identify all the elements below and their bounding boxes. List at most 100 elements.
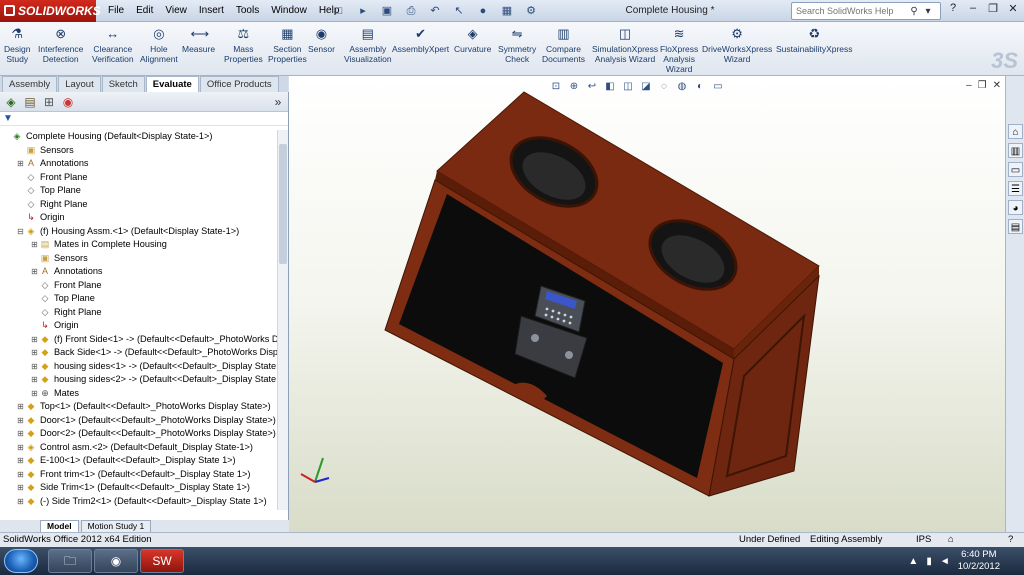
- tree-node[interactable]: ⊞ ◆ E-100<1> (Default<<Default>_Display St…: [16, 454, 235, 467]
- file-properties-icon[interactable]: ▦: [498, 3, 516, 19]
- expand-toggle-icon[interactable]: ⊞: [16, 414, 25, 427]
- expand-toggle-icon[interactable]: ⊟: [16, 225, 25, 238]
- options-icon[interactable]: ⚙: [522, 3, 540, 19]
- tree-node[interactable]: ⊟ ◈ (f) Housing Assm.<1> (Default<Display …: [16, 225, 239, 238]
- command-measure[interactable]: ⟷ Measure: [182, 26, 215, 54]
- custom-properties-icon[interactable]: ▤: [1008, 219, 1023, 234]
- expand-toggle-icon[interactable]: ⊞: [16, 400, 25, 413]
- undo-icon[interactable]: ↶: [426, 3, 444, 19]
- design-library-icon[interactable]: ▥: [1008, 143, 1023, 158]
- close-icon[interactable]: ✕: [1006, 2, 1020, 15]
- expand-toggle-icon[interactable]: ⊞: [30, 387, 39, 400]
- expand-toggle-icon[interactable]: ⊞: [16, 427, 25, 440]
- menu-edit[interactable]: Edit: [130, 0, 159, 22]
- menu-window[interactable]: Window: [265, 0, 313, 22]
- command-curvature[interactable]: ◈ Curvature: [454, 26, 491, 54]
- restore-icon[interactable]: ❐: [986, 2, 1000, 15]
- scroll-thumb[interactable]: [279, 144, 287, 264]
- expand-toggle-icon[interactable]: ⊞: [30, 360, 39, 373]
- menu-tools[interactable]: Tools: [230, 0, 265, 22]
- tab-evaluate[interactable]: Evaluate: [145, 76, 199, 92]
- tab-sketch[interactable]: Sketch: [101, 76, 145, 92]
- solidworks-taskbar-icon[interactable]: SW: [140, 549, 184, 573]
- housing-model[interactable]: [289, 76, 1005, 532]
- expand-toggle-icon[interactable]: ⊞: [16, 157, 25, 170]
- tree-node[interactable]: ⊞ ⊕ Mates: [30, 387, 79, 400]
- expand-toggle-icon[interactable]: ⊞: [30, 265, 39, 278]
- rebuild-icon[interactable]: ●: [474, 3, 492, 19]
- start-button[interactable]: [4, 549, 38, 573]
- tree-node[interactable]: ⊞ ◆ (f) Front Side<1> -> (Default<<Default…: [30, 333, 277, 346]
- tree-node[interactable]: ⊞ ◆ Door<2> (Default<<Default>_PhotoWorks …: [16, 427, 276, 440]
- volume-icon[interactable]: ◄: [940, 556, 950, 567]
- tray-expand-icon[interactable]: ▲: [908, 556, 918, 567]
- tree-node[interactable]: ◇ Right Plane: [16, 198, 88, 211]
- solidworks-logo[interactable]: SOLIDWORKS: [0, 0, 101, 22]
- command-design-study[interactable]: ⚗ Design Study: [4, 26, 30, 64]
- expand-toggle-icon[interactable]: ⊞: [16, 441, 25, 454]
- command-clearance[interactable]: ↔ Clearance Verification: [92, 26, 134, 64]
- clock[interactable]: 6:40 PM 10/2/2012: [958, 549, 1000, 573]
- command-symmetry[interactable]: ⇋ Symmetry Check: [498, 26, 536, 64]
- firefox-taskbar-icon[interactable]: ◉: [94, 549, 138, 573]
- menu-view[interactable]: View: [159, 0, 193, 22]
- resources-icon[interactable]: ⌂: [1008, 124, 1023, 139]
- tree-node[interactable]: ▣ Sensors: [16, 144, 74, 157]
- graphics-area[interactable]: ⊡ ⊕ ↩ ◧ ◫ ◪ ◌ ◍ ◐ ▭ – ❐ ✕: [289, 76, 1005, 532]
- explorer-taskbar-icon[interactable]: 🗀: [48, 549, 92, 573]
- expand-toggle-icon[interactable]: ⊞: [30, 333, 39, 346]
- help-status-icon[interactable]: ?: [1008, 533, 1013, 547]
- command-simulation[interactable]: ◫ SimulationXpress Analysis Wizard: [592, 26, 658, 64]
- expand-toggle-icon[interactable]: ⊞: [30, 346, 39, 359]
- tab-layout[interactable]: Layout: [58, 76, 101, 92]
- open-icon[interactable]: ▸: [354, 3, 372, 19]
- menu-insert[interactable]: Insert: [193, 0, 230, 22]
- command-interference[interactable]: ⊗ Interference Detection: [38, 26, 83, 64]
- tree-node[interactable]: ↳ Origin: [16, 211, 64, 224]
- help-search-input[interactable]: [792, 6, 907, 16]
- command-section-properties[interactable]: ▦ Section Properties: [268, 26, 307, 64]
- tree-node[interactable]: ◇ Top Plane: [16, 184, 81, 197]
- help-search-box[interactable]: ⚲ ▾: [791, 2, 941, 20]
- command-compare[interactable]: ▥ Compare Documents: [542, 26, 585, 64]
- expand-toggle-icon[interactable]: ⊞: [16, 495, 25, 508]
- tree-node[interactable]: ◇ Front Plane: [30, 279, 102, 292]
- bottom-tab-motion-study-1[interactable]: Motion Study 1: [80, 519, 152, 533]
- tree-node[interactable]: ⊞ ◆ Front trim<1> (Default<<Default>_Displ…: [16, 468, 250, 481]
- property-manager-icon[interactable]: ▤: [22, 94, 38, 110]
- tree-node[interactable]: ⊞ ◆ housing sides<1> -> (Default<<Default>…: [30, 360, 277, 373]
- expand-toggle-icon[interactable]: ⊞: [30, 373, 39, 386]
- select-icon[interactable]: ↖: [450, 3, 468, 19]
- new-document-icon[interactable]: □: [330, 3, 348, 19]
- chevron-down-icon[interactable]: ▾: [921, 6, 935, 17]
- tree-node[interactable]: ⊞ ▤ Mates in Complete Housing: [30, 238, 167, 251]
- command-driveworks[interactable]: ⚙ DriveWorksXpress Wizard: [702, 26, 772, 64]
- units-indicator[interactable]: IPS: [916, 533, 931, 547]
- tree-node[interactable]: ◈ Complete Housing (Default<Display State…: [2, 130, 213, 143]
- bottom-tab-model[interactable]: Model: [40, 519, 79, 533]
- expand-toggle-icon[interactable]: ⊞: [16, 481, 25, 494]
- filter-icon[interactable]: ▼: [3, 113, 13, 124]
- print-icon[interactable]: ⎙: [402, 3, 420, 19]
- tree-filter[interactable]: ▼: [0, 112, 288, 126]
- command-assembly-visualization[interactable]: ▤ Assembly Visualization: [344, 26, 392, 64]
- tree-node[interactable]: ⊞ A Annotations: [30, 265, 102, 278]
- help-icon[interactable]: ?: [946, 2, 960, 15]
- expand-panel-icon[interactable]: »: [270, 94, 286, 110]
- file-explorer-icon[interactable]: ▭: [1008, 162, 1023, 177]
- save-icon[interactable]: ▣: [378, 3, 396, 19]
- tab-office-products[interactable]: Office Products: [199, 76, 279, 92]
- tree-node[interactable]: ◇ Right Plane: [30, 306, 102, 319]
- network-icon[interactable]: ▮: [926, 556, 932, 567]
- tree-node[interactable]: ↳ Origin: [30, 319, 78, 332]
- tree-node[interactable]: ⊞ ◈ Control asm.<2> (Default<Default_Displ…: [16, 441, 253, 454]
- view-palette-icon[interactable]: ☰: [1008, 181, 1023, 196]
- command-assemblyxpert[interactable]: ✔ AssemblyXpert: [392, 26, 449, 54]
- display-manager-icon[interactable]: ◉: [60, 94, 76, 110]
- tree-node[interactable]: ◇ Front Plane: [16, 171, 88, 184]
- appearances-icon[interactable]: ◕: [1008, 200, 1023, 215]
- tab-assembly[interactable]: Assembly: [2, 76, 58, 92]
- tree-node[interactable]: ⊞ ◆ Door<1> (Default<<Default>_PhotoWorks …: [16, 414, 276, 427]
- tree-node[interactable]: ◇ Top Plane: [30, 292, 95, 305]
- configuration-manager-icon[interactable]: ⊞: [41, 94, 57, 110]
